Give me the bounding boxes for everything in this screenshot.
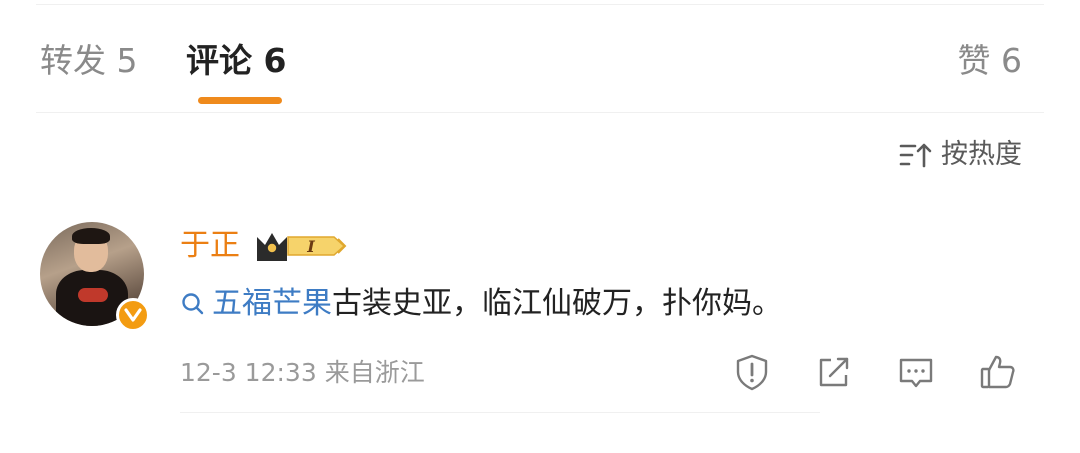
sort-label: 按热度 bbox=[941, 139, 1022, 170]
divider bbox=[36, 4, 1044, 5]
verified-icon bbox=[116, 298, 150, 332]
topic-link[interactable]: 五福芒果 bbox=[180, 284, 332, 324]
comment-panel: 转发 5 评论 6 赞 6 按热度 于正 I 五福芒果 古装史亚，临江仙破万，扑… bbox=[0, 0, 1080, 453]
username[interactable]: 于正 bbox=[180, 226, 240, 266]
location: 来自浙江 bbox=[324, 358, 425, 387]
timestamp: 12-3 12:33 bbox=[180, 358, 317, 387]
tab-likes[interactable]: 赞 6 bbox=[958, 38, 1023, 84]
tab-comments[interactable]: 评论 6 bbox=[186, 38, 286, 84]
vip-level: I bbox=[306, 237, 315, 256]
report-icon[interactable] bbox=[732, 352, 772, 392]
crown-icon bbox=[257, 233, 287, 261]
sort-icon bbox=[899, 143, 932, 168]
divider bbox=[180, 412, 820, 413]
tab-repost[interactable]: 转发 5 bbox=[40, 38, 138, 84]
share-icon[interactable] bbox=[814, 352, 854, 392]
topic-label: 五福芒果 bbox=[212, 286, 332, 321]
comment-text: 五福芒果 古装史亚，临江仙破万，扑你妈。 bbox=[180, 284, 782, 324]
comment-icon[interactable] bbox=[896, 352, 936, 392]
active-tab-indicator bbox=[198, 97, 282, 104]
avatar[interactable] bbox=[40, 222, 150, 332]
tab-bar: 转发 5 评论 6 赞 6 bbox=[0, 38, 1080, 88]
comment-item: 于正 I 五福芒果 古装史亚，临江仙破万，扑你妈。 12-3 12:33 来自浙… bbox=[0, 210, 1080, 430]
sort-button[interactable]: 按热度 bbox=[899, 139, 1022, 171]
comment-body: 古装史亚，临江仙破万，扑你妈。 bbox=[332, 286, 782, 321]
vip-badge[interactable]: I bbox=[254, 228, 350, 264]
divider bbox=[36, 112, 1044, 113]
search-icon bbox=[182, 293, 204, 315]
like-icon[interactable] bbox=[978, 352, 1018, 392]
comment-meta: 12-3 12:33 来自浙江 bbox=[180, 356, 425, 390]
